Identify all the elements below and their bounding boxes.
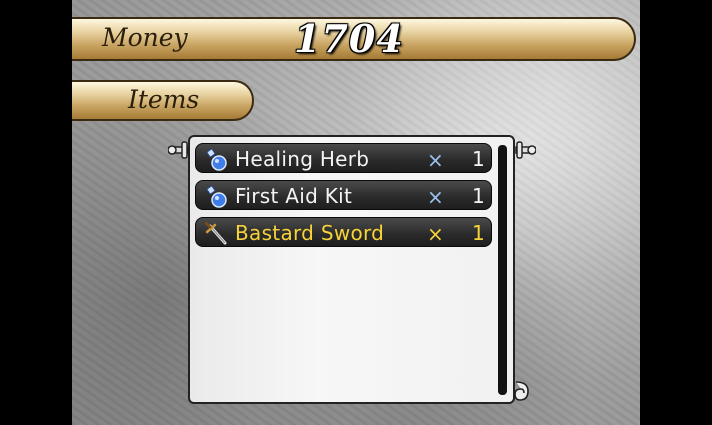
item-quantity: 1 — [472, 147, 485, 171]
inventory-item-row[interactable]: First Aid Kit × 1 — [195, 180, 492, 210]
multiply-sign: × — [427, 222, 444, 246]
inventory-item-row[interactable]: Healing Herb × 1 — [195, 143, 492, 173]
scroll-rod-left-icon — [168, 141, 189, 159]
item-name: Bastard Sword — [235, 221, 385, 245]
scroll-curl-icon — [514, 381, 529, 401]
item-quantity: 1 — [472, 221, 485, 245]
items-tab[interactable]: Items — [72, 80, 254, 121]
money-panel: Money 1704 — [72, 16, 636, 61]
inventory-scrollbar[interactable] — [498, 145, 507, 395]
inventory-scroll-panel — [188, 135, 515, 404]
scroll-rod-right-icon — [515, 141, 536, 159]
potion-icon — [206, 148, 227, 171]
sword-icon — [205, 222, 227, 245]
inventory-item-row-selected[interactable]: Bastard Sword × 1 — [195, 217, 492, 247]
item-quantity: 1 — [472, 184, 485, 208]
money-label: Money — [102, 23, 188, 52]
item-name: Healing Herb — [235, 147, 370, 171]
potion-icon — [206, 185, 227, 208]
items-tab-label: Items — [128, 85, 200, 114]
multiply-sign: × — [427, 148, 444, 172]
item-name: First Aid Kit — [235, 184, 353, 208]
money-value: 1704 — [294, 16, 404, 61]
multiply-sign: × — [427, 185, 444, 209]
